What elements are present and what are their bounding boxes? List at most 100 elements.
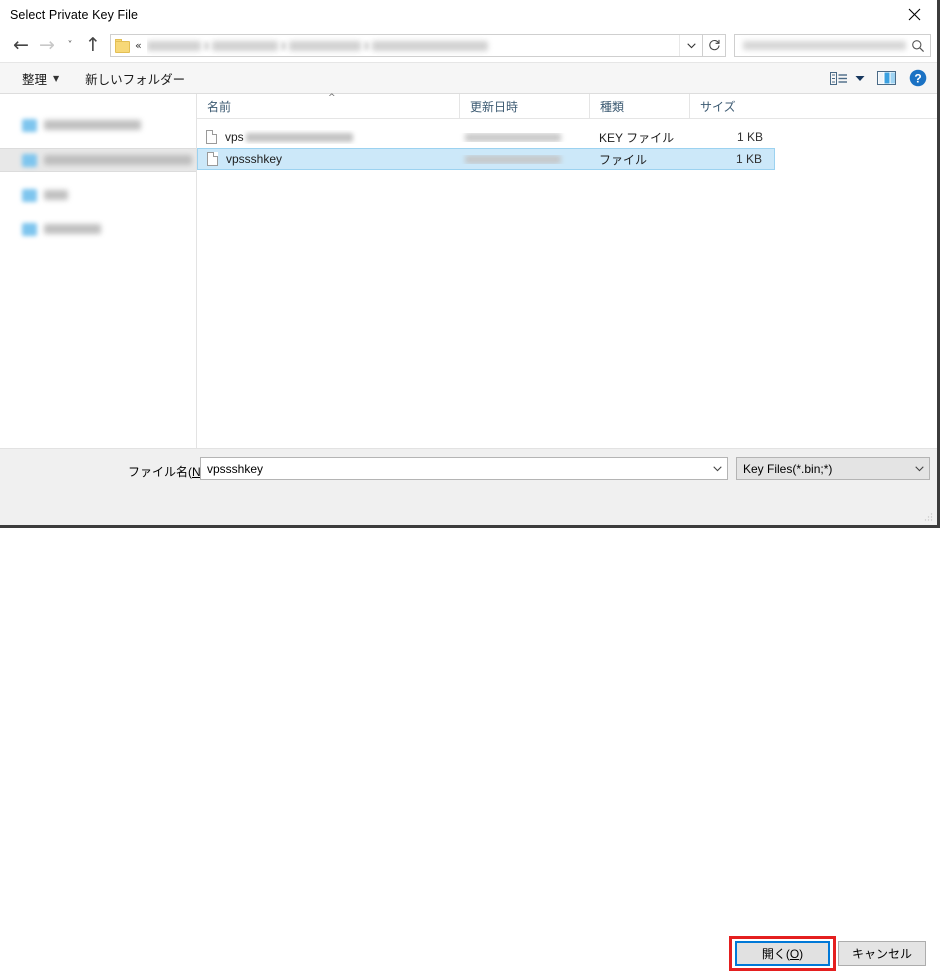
back-arrow-icon: ←	[13, 34, 29, 56]
breadcrumb-segment[interactable]	[146, 40, 201, 51]
column-header-name-label: 名前	[207, 99, 232, 114]
filename-input[interactable]: vpssshkey	[200, 457, 728, 480]
column-headers: 名前 ^ 更新日時 種類 サイズ	[197, 94, 937, 119]
filename-label: ファイル名(N):	[128, 463, 208, 480]
titlebar: Select Private Key File	[0, 0, 937, 29]
breadcrumb-overflow-icon[interactable]: «	[135, 39, 142, 52]
breadcrumb[interactable]	[146, 35, 679, 56]
sidebar-item-icon	[22, 188, 37, 202]
column-header-size-label: サイズ	[700, 99, 736, 114]
file-name-cell: vpssshkey	[198, 152, 459, 166]
new-folder-button[interactable]: 新しいフォルダー	[85, 69, 185, 88]
chevron-down-icon	[712, 465, 722, 471]
breadcrumb-separator-icon	[280, 41, 286, 50]
file-type-cell: KEY ファイル	[599, 130, 675, 145]
column-header-size[interactable]: サイズ	[689, 94, 775, 118]
sidebar-item[interactable]	[0, 218, 196, 240]
file-type-cell: ファイル	[599, 152, 648, 167]
navigation-bar: ← → ˅ ↑ «	[0, 29, 937, 62]
column-header-date-label: 更新日時	[470, 99, 519, 114]
organize-menu-button[interactable]: 整理 ▼	[22, 69, 59, 88]
sidebar-item-icon	[22, 118, 37, 132]
filename-input-value[interactable]: vpssshkey	[201, 462, 707, 476]
close-button[interactable]	[891, 0, 937, 29]
forward-button[interactable]: →	[34, 33, 60, 59]
dialog-footer: ファイル名(N): vpssshkey Key Files(*.bin;*) 開…	[0, 448, 937, 971]
view-options-icon	[830, 71, 847, 85]
file-list-pane: 名前 ^ 更新日時 種類 サイズ vps KEY ファイル 1 KB vpsss…	[197, 94, 937, 448]
command-bar: 整理 ▼ 新しいフォルダー ?	[0, 62, 937, 94]
search-input-value	[743, 41, 906, 50]
address-bar[interactable]: «	[110, 34, 703, 57]
sidebar-item[interactable]	[0, 184, 196, 206]
up-button[interactable]: ↑	[80, 33, 106, 59]
recent-locations-button[interactable]: ˅	[60, 33, 80, 59]
svg-text:?: ?	[914, 71, 921, 85]
breadcrumb-separator-icon	[363, 41, 369, 50]
filename-label-pre: ファイル名(	[128, 465, 192, 479]
file-date-cell	[459, 132, 589, 142]
file-date-blurred	[465, 132, 561, 142]
column-header-date[interactable]: 更新日時	[459, 94, 589, 118]
window-title: Select Private Key File	[10, 7, 139, 22]
help-button[interactable]: ?	[909, 69, 927, 87]
sidebar-item-label	[44, 155, 192, 165]
sidebar-item-selected[interactable]	[0, 148, 196, 172]
file-icon	[206, 130, 217, 144]
sidebar-item-icon	[22, 222, 37, 236]
file-name-text: vpssshkey	[226, 152, 283, 166]
breadcrumb-segment[interactable]	[211, 40, 278, 51]
file-type-filter-value: Key Files(*.bin;*)	[743, 461, 833, 476]
view-options-button[interactable]	[830, 71, 865, 86]
back-button[interactable]: ←	[8, 33, 34, 59]
close-icon	[908, 8, 920, 21]
navigation-sidebar	[0, 94, 197, 448]
chevron-down-icon: ˅	[67, 40, 73, 51]
file-type-filter-select[interactable]: Key Files(*.bin;*)	[736, 457, 930, 480]
breadcrumb-segment[interactable]	[371, 40, 488, 51]
refresh-button[interactable]	[703, 34, 726, 57]
open-button[interactable]: 開く(O)	[735, 941, 830, 966]
address-dropdown-button[interactable]	[679, 35, 702, 56]
preview-pane-icon	[877, 71, 896, 85]
file-name-blurred	[245, 132, 353, 142]
file-date-blurred	[465, 154, 561, 164]
filename-dropdown-button[interactable]	[707, 458, 727, 479]
table-row[interactable]: vps KEY ファイル 1 KB	[197, 126, 775, 148]
file-date-cell	[459, 154, 589, 164]
chevron-down-icon	[855, 75, 865, 81]
search-input[interactable]	[734, 34, 931, 57]
forward-arrow-icon: →	[39, 34, 55, 56]
chevron-down-icon	[686, 42, 696, 48]
preview-pane-button[interactable]	[877, 70, 897, 86]
file-size-cell: 1 KB	[736, 130, 763, 144]
search-button[interactable]	[906, 39, 930, 53]
help-icon: ?	[909, 69, 927, 87]
chevron-down-icon: ▼	[53, 73, 60, 83]
column-header-type[interactable]: 種類	[589, 94, 689, 118]
sidebar-item[interactable]	[0, 114, 196, 136]
resize-grip-icon[interactable]	[923, 512, 933, 522]
sidebar-item-icon	[22, 153, 37, 167]
sidebar-item-label	[44, 120, 141, 130]
open-label-pre: 開く(	[761, 947, 790, 961]
sidebar-item-label	[44, 224, 101, 234]
chevron-down-icon	[914, 465, 924, 471]
cancel-label: キャンセル	[851, 947, 912, 961]
cancel-button[interactable]: キャンセル	[838, 941, 926, 966]
command-bar-right: ?	[830, 69, 927, 87]
folder-icon	[115, 38, 131, 53]
table-row-selected[interactable]: vpssshkey ファイル 1 KB	[197, 148, 775, 170]
sidebar-item-label	[44, 190, 68, 200]
dialog-body: 名前 ^ 更新日時 種類 サイズ vps KEY ファイル 1 KB vpsss…	[0, 94, 937, 448]
breadcrumb-separator-icon	[203, 41, 209, 50]
column-header-name[interactable]: 名前 ^	[197, 94, 459, 118]
file-open-dialog: Select Private Key File ← → ˅ ↑ « 整理 ▼ 新…	[0, 0, 940, 971]
organize-label: 整理	[22, 72, 48, 87]
breadcrumb-segment[interactable]	[288, 40, 361, 51]
new-folder-label: 新しいフォルダー	[85, 72, 186, 87]
search-icon	[912, 39, 925, 52]
file-name-text: vps	[225, 130, 244, 144]
file-type-filter-dropdown-button[interactable]	[909, 458, 929, 479]
refresh-icon	[708, 39, 720, 51]
